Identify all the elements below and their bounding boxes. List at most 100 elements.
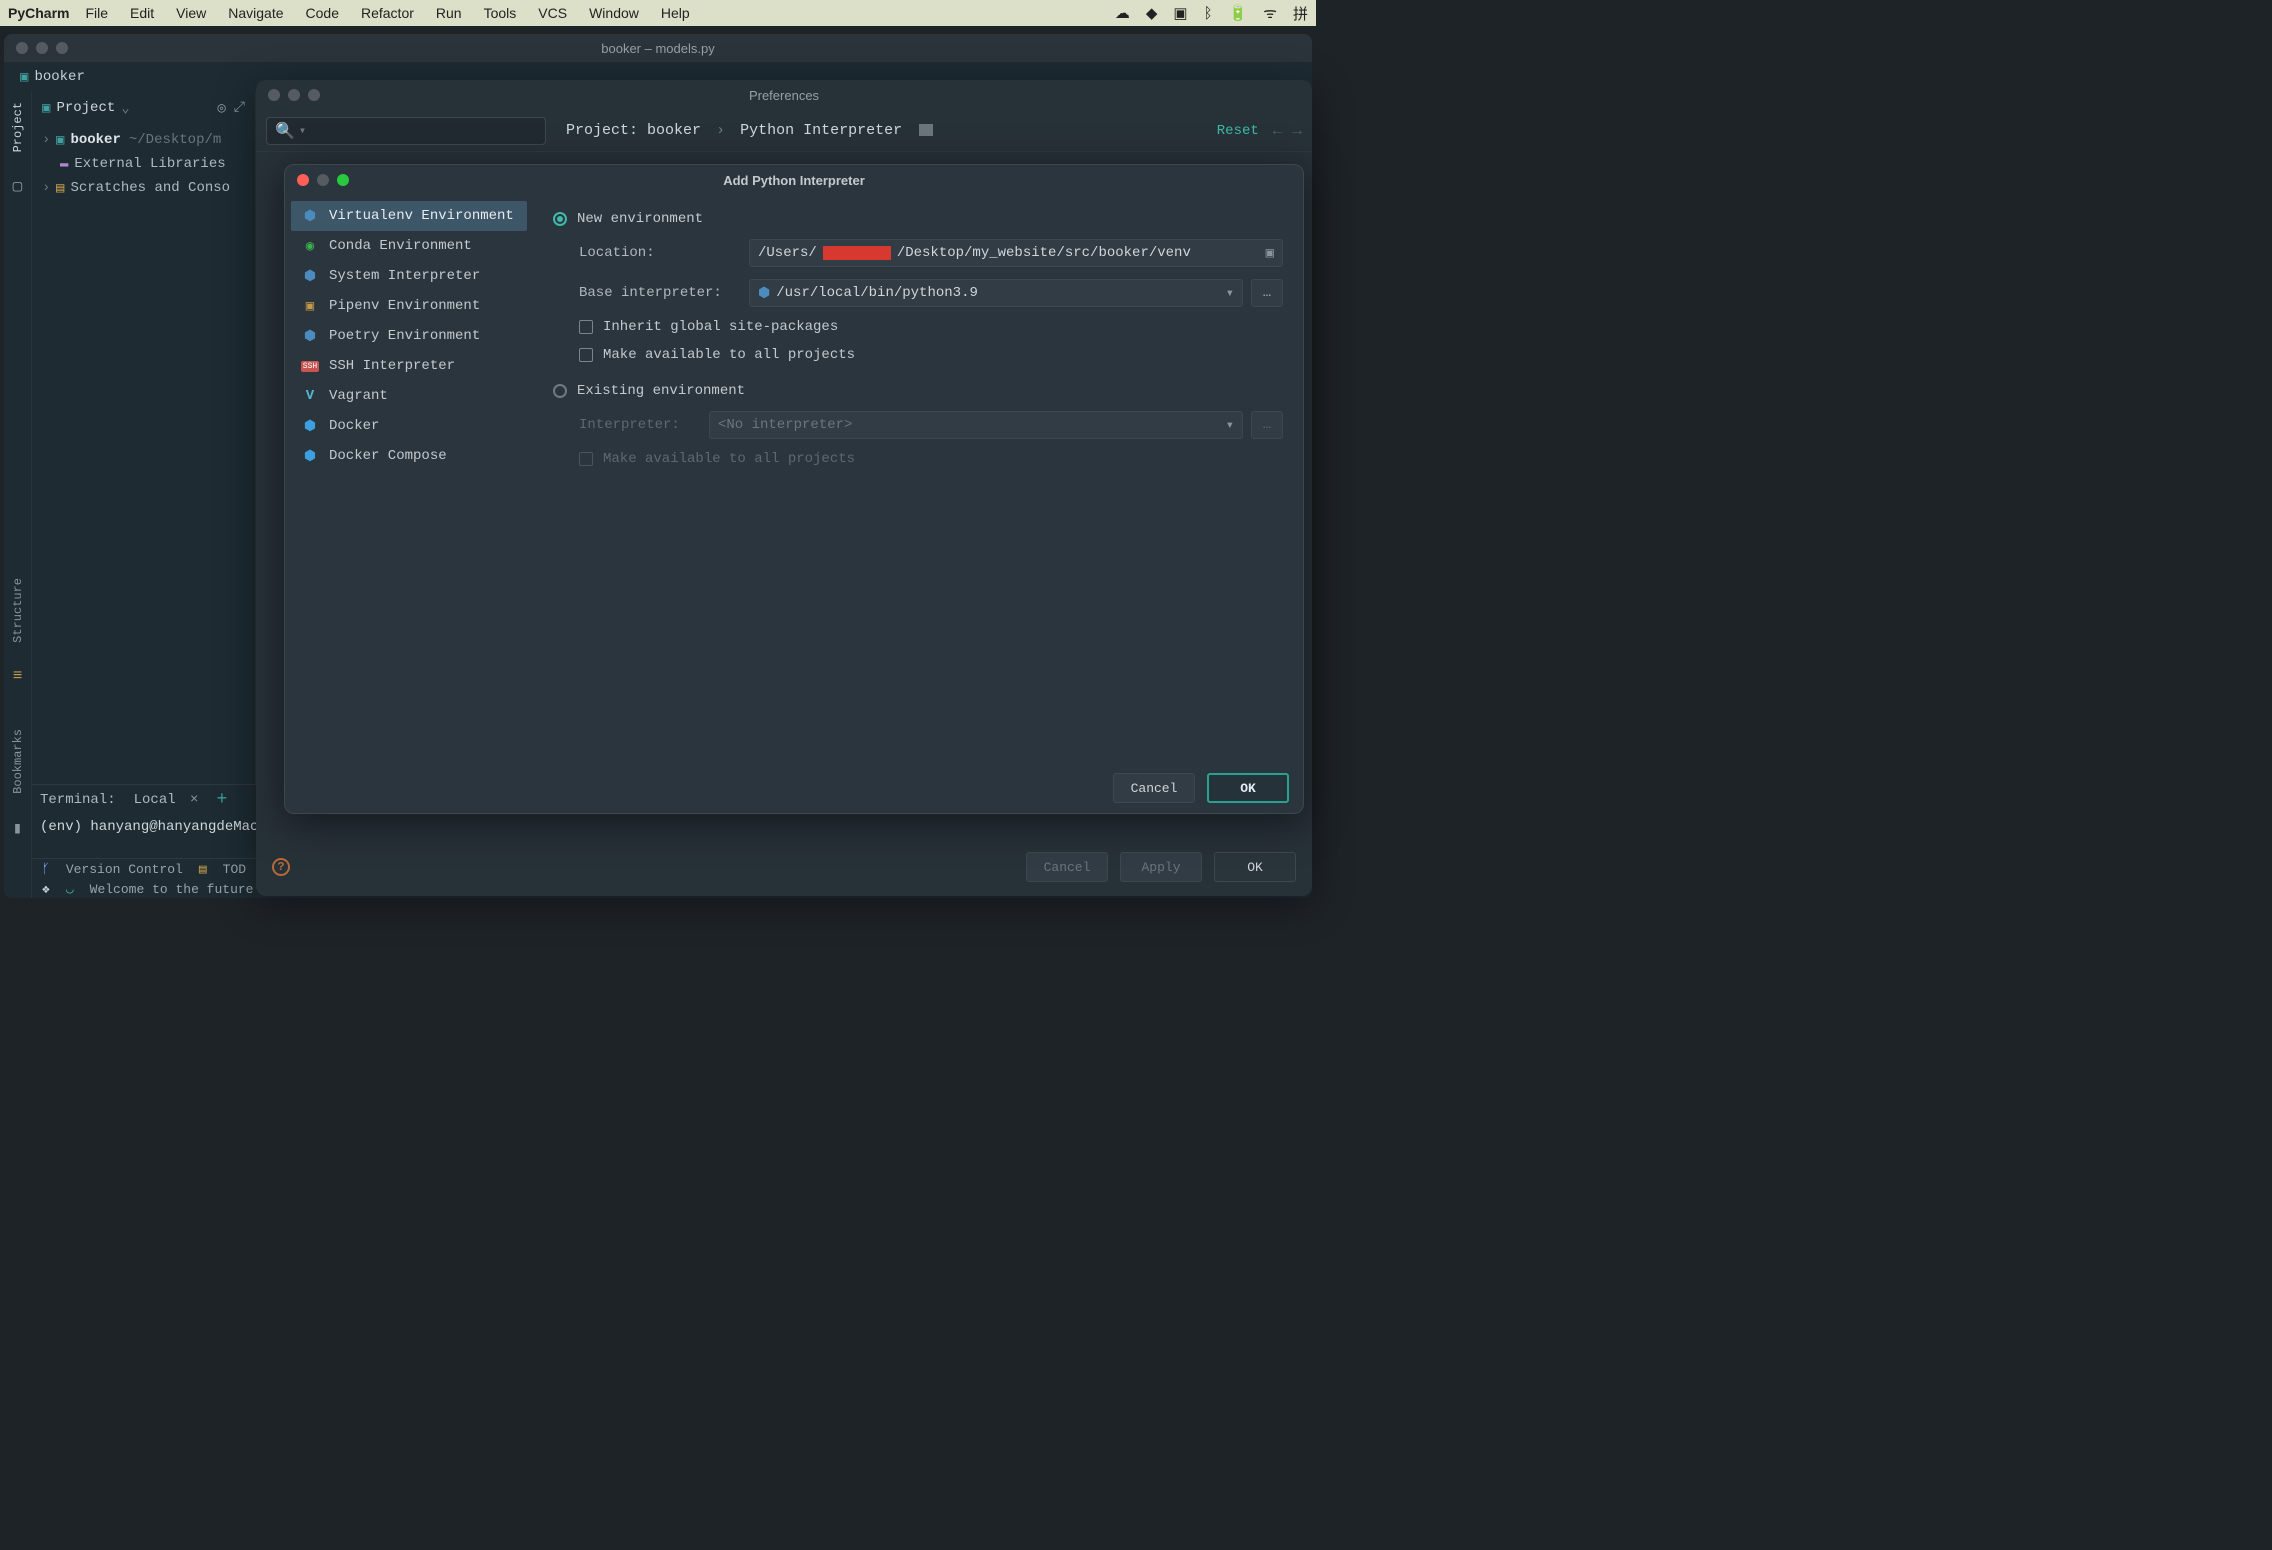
tree-root-label: booker: [70, 132, 120, 148]
tree-ext-lib[interactable]: ▬ External Libraries: [32, 152, 255, 176]
preferences-buttons: Cancel Apply OK: [1026, 852, 1296, 882]
breadcrumb-root[interactable]: booker: [34, 69, 84, 85]
project-panel-header: ▣ Project ⌄ ◎ ⤢: [32, 92, 255, 124]
project-tree[interactable]: › ▣ booker ~/Desktop/m ▬ External Librar…: [32, 124, 255, 890]
location-field[interactable]: /Users//Desktop/my_website/src/booker/ve…: [749, 239, 1283, 267]
zoom-icon[interactable]: [56, 42, 68, 54]
zoom-icon[interactable]: [308, 89, 320, 101]
menu-code[interactable]: Code: [306, 5, 339, 21]
minimize-icon[interactable]: [317, 174, 329, 186]
make-avail-checkbox-row[interactable]: Make available to all projects: [579, 341, 1283, 369]
close-icon[interactable]: [297, 174, 309, 186]
location-value-suffix: /Desktop/my_website/src/booker/venv: [897, 245, 1191, 261]
pref-apply-button[interactable]: Apply: [1120, 852, 1202, 882]
wifi-icon[interactable]: ᯤ: [1263, 3, 1277, 23]
radio-new-env-label: New environment: [577, 211, 703, 227]
bluetooth-icon[interactable]: ᛒ: [1204, 5, 1213, 22]
forward-icon[interactable]: →: [1292, 122, 1302, 140]
radio-icon[interactable]: [553, 384, 567, 398]
sidebar-item-virtualenv[interactable]: ⬢ Virtualenv Environment: [291, 201, 527, 231]
tree-root[interactable]: › ▣ booker ~/Desktop/m: [32, 128, 255, 152]
wechat-icon[interactable]: ☁: [1115, 4, 1130, 22]
sidebar-item-docker[interactable]: ⬢ Docker: [291, 411, 527, 441]
app-icon[interactable]: ◆: [1146, 4, 1158, 22]
close-icon[interactable]: [16, 42, 28, 54]
close-icon[interactable]: ×: [190, 792, 198, 808]
close-icon[interactable]: [268, 89, 280, 101]
radio-new-env[interactable]: New environment: [553, 205, 1283, 233]
interp-cancel-button[interactable]: Cancel: [1113, 773, 1195, 803]
sidebar-item-system[interactable]: ⬢ System Interpreter: [291, 261, 527, 291]
menu-navigate[interactable]: Navigate: [228, 5, 283, 21]
radio-existing-env[interactable]: Existing environment: [553, 377, 1283, 405]
project-panel: ▣ Project ⌄ ◎ ⤢ › ▣ booker ~/Desktop/m ▬…: [32, 92, 256, 898]
folder-icon: ▣: [20, 69, 28, 86]
target-icon[interactable]: ◎: [217, 100, 225, 117]
terminal-tab-local[interactable]: Local ×: [126, 790, 207, 810]
status-version-control[interactable]: Version Control: [66, 862, 183, 877]
input-method-icon[interactable]: 拼: [1293, 3, 1308, 24]
search-icon: 🔍: [275, 121, 295, 141]
base-interp-row: Base interpreter: ⬢ /usr/local/bin/pytho…: [579, 273, 1283, 313]
menu-vcs[interactable]: VCS: [538, 5, 567, 21]
minimize-icon[interactable]: [36, 42, 48, 54]
breadcrumb-project[interactable]: booker: [647, 122, 701, 139]
minimize-icon[interactable]: [288, 89, 300, 101]
browse-folder-icon[interactable]: ▣: [1266, 245, 1274, 262]
layers-icon[interactable]: ❖: [42, 882, 50, 897]
menu-refactor[interactable]: Refactor: [361, 5, 414, 21]
menu-file[interactable]: File: [85, 5, 108, 21]
interp-buttons: Cancel OK: [285, 763, 1303, 813]
terminal-prompt: (env) hanyang@hanyangdeMacB: [40, 819, 267, 835]
redacted-username: [823, 246, 891, 260]
sidebar-item-pipenv[interactable]: ▣ Pipenv Environment: [291, 291, 527, 321]
checkbox-icon[interactable]: [579, 348, 593, 362]
tool-project[interactable]: Project: [11, 102, 25, 152]
radio-icon[interactable]: [553, 212, 567, 226]
ssh-icon: SSH: [301, 361, 319, 372]
preferences-title: Preferences: [749, 88, 819, 103]
branch-icon[interactable]: ᚶ: [42, 862, 50, 877]
help-icon[interactable]: ?: [272, 858, 290, 876]
tool-bookmarks[interactable]: Bookmarks: [11, 729, 25, 794]
checkbox-icon[interactable]: [579, 320, 593, 334]
window-traffic-lights[interactable]: [16, 42, 68, 54]
browse-button[interactable]: …: [1251, 279, 1283, 307]
chevron-down-icon[interactable]: ▾: [1226, 285, 1234, 302]
sidebar-item-conda[interactable]: ◉ Conda Environment: [291, 231, 527, 261]
conda-icon: ◉: [301, 238, 319, 255]
menu-run[interactable]: Run: [436, 5, 462, 21]
base-interp-field[interactable]: ⬢ /usr/local/bin/python3.9 ▾: [749, 279, 1243, 307]
browse-button: …: [1251, 411, 1283, 439]
display-icon[interactable]: ▣: [1173, 4, 1187, 22]
folder-icon: ▣: [42, 100, 50, 117]
laptop-icon[interactable]: ▢: [13, 176, 23, 196]
tool-structure[interactable]: Structure: [11, 578, 25, 643]
menu-help[interactable]: Help: [661, 5, 690, 21]
existing-interp-row: Interpreter: <No interpreter> ▾ …: [579, 405, 1283, 445]
menu-view[interactable]: View: [176, 5, 206, 21]
inherit-checkbox-row[interactable]: Inherit global site-packages: [579, 313, 1283, 341]
chevron-down-icon[interactable]: ⌄: [121, 100, 129, 117]
preferences-search[interactable]: 🔍 ▾: [266, 117, 546, 145]
sidebar-item-vagrant[interactable]: V Vagrant: [291, 381, 527, 411]
sidebar-item-poetry[interactable]: ⬢ Poetry Environment: [291, 321, 527, 351]
menu-edit[interactable]: Edit: [130, 5, 154, 21]
zoom-icon[interactable]: [337, 174, 349, 186]
tree-scratches[interactable]: › ▤ Scratches and Conso: [32, 176, 255, 200]
new-terminal-button[interactable]: +: [216, 790, 227, 810]
menubar-app-name: PyCharm: [8, 5, 69, 21]
pref-cancel-button[interactable]: Cancel: [1026, 852, 1108, 882]
pref-ok-button[interactable]: OK: [1214, 852, 1296, 882]
back-icon[interactable]: ←: [1273, 122, 1283, 140]
reset-button[interactable]: Reset: [1217, 123, 1259, 139]
expand-icon[interactable]: ⤢: [234, 100, 245, 116]
menu-window[interactable]: Window: [589, 5, 639, 21]
battery-icon[interactable]: 🔋: [1229, 4, 1248, 22]
sidebar-item-docker-compose[interactable]: ⬢ Docker Compose: [291, 441, 527, 471]
menu-tools[interactable]: Tools: [484, 5, 517, 21]
breadcrumb-project-prefix: Project:: [566, 122, 647, 139]
status-todo[interactable]: TOD: [223, 862, 246, 877]
interp-ok-button[interactable]: OK: [1207, 773, 1289, 803]
sidebar-item-ssh[interactable]: SSH SSH Interpreter: [291, 351, 527, 381]
